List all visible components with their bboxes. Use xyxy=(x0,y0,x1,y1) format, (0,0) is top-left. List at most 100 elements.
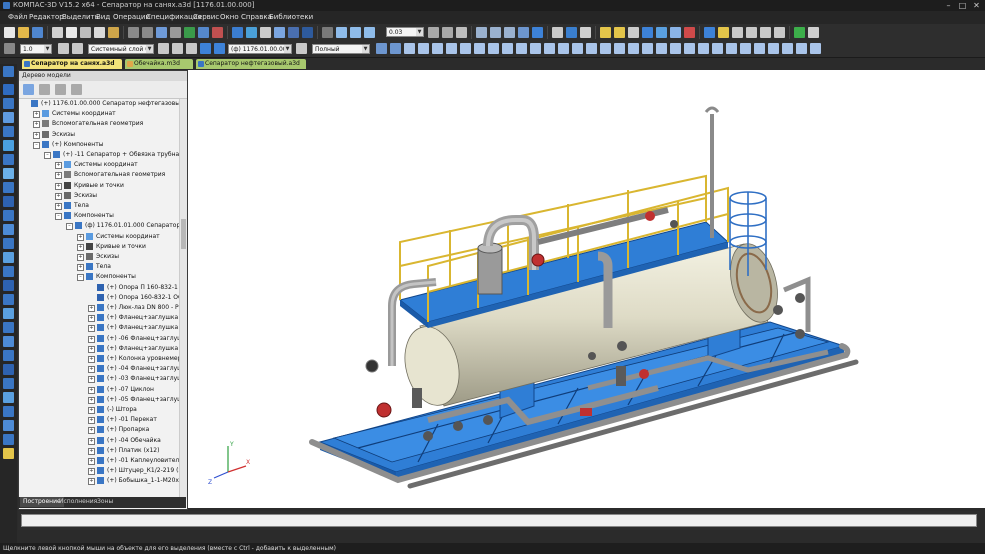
expand-icon[interactable]: + xyxy=(88,345,95,353)
new-file-icon[interactable] xyxy=(4,27,15,38)
ortho-icon[interactable] xyxy=(172,43,183,54)
paste-icon[interactable] xyxy=(108,27,119,38)
expand-icon[interactable]: + xyxy=(55,192,62,200)
surface-icon[interactable] xyxy=(3,322,14,333)
expand-icon[interactable]: + xyxy=(88,325,95,333)
fx-icon[interactable] xyxy=(260,27,271,38)
copy-icon[interactable] xyxy=(94,27,105,38)
menu-file[interactable]: Файл xyxy=(8,11,27,24)
close-button[interactable]: ✕ xyxy=(972,1,981,10)
view-mode29-icon[interactable] xyxy=(768,43,779,54)
plane-icon[interactable] xyxy=(3,280,14,291)
expand-icon[interactable]: + xyxy=(55,203,62,210)
view-mode15-icon[interactable] xyxy=(572,43,583,54)
state-icon[interactable] xyxy=(4,43,15,54)
refresh-icon[interactable] xyxy=(322,27,333,38)
view-mode14-icon[interactable] xyxy=(558,43,569,54)
view-mode-icon[interactable] xyxy=(376,43,387,54)
view-mode23-icon[interactable] xyxy=(684,43,695,54)
report-tool-icon[interactable] xyxy=(3,406,14,417)
menu-service[interactable]: Сервис xyxy=(193,11,219,24)
view-mode5-icon[interactable] xyxy=(432,43,443,54)
tab-separator-assembly[interactable]: Сепаратор на санях.a3d xyxy=(22,59,122,69)
component-icon[interactable] xyxy=(642,27,653,38)
layers-icon[interactable] xyxy=(246,27,257,38)
expand-icon[interactable]: + xyxy=(88,458,95,465)
menu-edit[interactable]: Редактор xyxy=(29,11,64,24)
view-mode22-icon[interactable] xyxy=(670,43,681,54)
edit-assembly-icon[interactable] xyxy=(3,84,14,95)
expand-icon[interactable]: + xyxy=(77,254,84,261)
drawing-icon[interactable] xyxy=(760,27,771,38)
spec-tool-icon[interactable] xyxy=(3,392,14,403)
layer-icon[interactable] xyxy=(158,43,169,54)
assembly-tools-icon[interactable] xyxy=(3,66,14,77)
layer-field[interactable]: Системный слой (0) ▼ xyxy=(88,44,154,54)
view-mode28-icon[interactable] xyxy=(754,43,765,54)
cut-extrude-icon[interactable] xyxy=(3,210,14,221)
shell-icon[interactable] xyxy=(3,252,14,263)
collapse-icon[interactable]: – xyxy=(55,213,62,221)
view-mode19-icon[interactable] xyxy=(628,43,639,54)
render-mode-field[interactable]: Полный ▼ xyxy=(312,44,370,54)
view-mode26-icon[interactable] xyxy=(726,43,737,54)
current-part-field[interactable]: (ф) 1176.01.00.000 ▼ xyxy=(228,44,292,54)
move-component-icon[interactable] xyxy=(3,126,14,137)
filter-tool-icon[interactable] xyxy=(3,434,14,445)
chamfer-icon[interactable] xyxy=(3,238,14,249)
open-file-icon[interactable] xyxy=(18,27,29,38)
expand-icon[interactable]: + xyxy=(88,366,95,374)
expand-icon[interactable]: + xyxy=(33,131,40,139)
mate-icon[interactable] xyxy=(3,112,14,123)
edit-sketch-icon[interactable] xyxy=(614,27,625,38)
view-mode25-icon[interactable] xyxy=(712,43,723,54)
spec-icon[interactable] xyxy=(774,27,785,38)
view-mode2-icon[interactable] xyxy=(390,43,401,54)
mate-icon[interactable] xyxy=(684,27,695,38)
dimension-icon[interactable] xyxy=(3,364,14,375)
annotation-icon[interactable] xyxy=(3,378,14,389)
view-mode16-icon[interactable] xyxy=(586,43,597,54)
mass-icon[interactable] xyxy=(288,27,299,38)
expand-icon[interactable]: + xyxy=(88,376,95,384)
view-mode4-icon[interactable] xyxy=(418,43,429,54)
view-mode20-icon[interactable] xyxy=(642,43,653,54)
tab-oil-gas-separator[interactable]: Сепаратор нефтегазовый.a3d xyxy=(196,59,306,69)
tree-icon[interactable] xyxy=(198,27,209,38)
tree-filter-icon[interactable] xyxy=(55,84,66,95)
library-icon[interactable] xyxy=(156,27,167,38)
3d-viewport[interactable]: Y X Z xyxy=(188,70,985,508)
report-icon[interactable] xyxy=(732,27,743,38)
expand-icon[interactable]: + xyxy=(55,182,62,190)
view-mode24-icon[interactable] xyxy=(698,43,709,54)
view-mode12-icon[interactable] xyxy=(530,43,541,54)
print-icon[interactable] xyxy=(52,27,63,38)
view-mode30-icon[interactable] xyxy=(782,43,793,54)
properties-icon[interactable] xyxy=(170,27,181,38)
part-props-icon[interactable] xyxy=(296,43,307,54)
expand-icon[interactable]: + xyxy=(88,315,95,323)
measure-icon[interactable] xyxy=(274,27,285,38)
collapse-icon[interactable]: – xyxy=(33,141,40,149)
thin-lines-icon[interactable] xyxy=(504,27,515,38)
snap-icon[interactable] xyxy=(186,43,197,54)
tree-view-icon[interactable] xyxy=(39,84,50,95)
filter-icon[interactable] xyxy=(580,27,591,38)
orient-icon[interactable] xyxy=(456,27,467,38)
tab-shell-part[interactable]: Обечайка.m3d xyxy=(125,59,193,69)
extrude-icon[interactable] xyxy=(3,196,14,207)
scrollbar-thumb[interactable] xyxy=(181,219,186,249)
expand-icon[interactable]: + xyxy=(88,427,95,435)
view-mode3-icon[interactable] xyxy=(404,43,415,54)
appearance-icon[interactable] xyxy=(704,27,715,38)
menu-window[interactable]: Окно xyxy=(220,11,239,24)
view-mode10-icon[interactable] xyxy=(502,43,513,54)
zoom-in-icon[interactable] xyxy=(336,27,347,38)
cut-icon[interactable] xyxy=(80,27,91,38)
redo-icon[interactable] xyxy=(142,27,153,38)
rib-icon[interactable] xyxy=(3,266,14,277)
table-icon[interactable] xyxy=(746,27,757,38)
hole-icon[interactable] xyxy=(3,182,14,193)
shaded-icon[interactable] xyxy=(518,27,529,38)
section-icon[interactable] xyxy=(566,27,577,38)
